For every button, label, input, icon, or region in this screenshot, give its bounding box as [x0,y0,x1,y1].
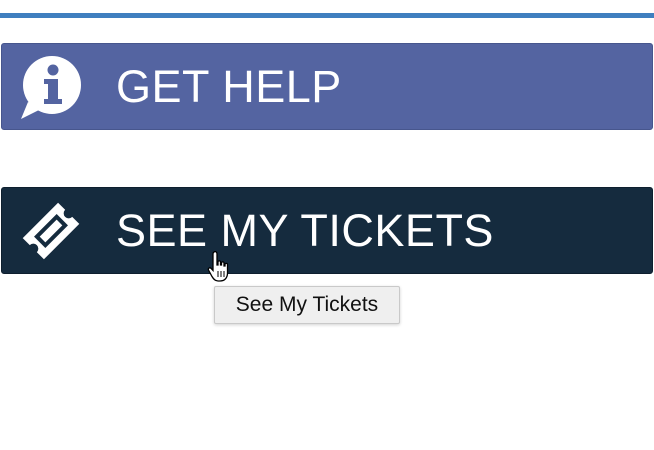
see-my-tickets-button[interactable]: SEE MY TICKETS [1,187,653,274]
see-my-tickets-label: SEE MY TICKETS [116,205,494,256]
tooltip-text: See My Tickets [235,293,379,316]
hand-pointer-icon [207,250,237,284]
get-help-label: GET HELP [116,61,342,112]
get-help-button[interactable]: GET HELP [1,43,653,130]
tooltip: See My Tickets [214,286,400,324]
info-speech-bubble-icon [16,52,86,122]
top-divider [0,13,654,18]
ticket-icon [16,196,86,266]
